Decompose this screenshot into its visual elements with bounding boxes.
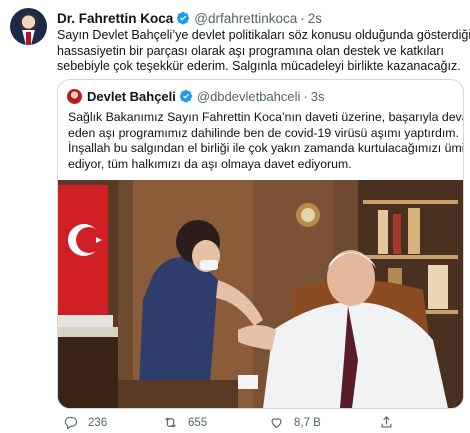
quoted-text-line: İnşallah bu salgından el birliği ile çok… [68, 141, 464, 155]
avatar[interactable] [10, 8, 47, 45]
quoted-author-handle[interactable]: @dbdevletbahceli [197, 89, 301, 104]
verified-badge-icon [177, 11, 190, 25]
tweet-header: Dr. Fahrettin Koca @drfahrettinkoca · 2s [57, 10, 322, 26]
tweet-actions: 236 655 8,7 B [57, 415, 464, 431]
tweet-text-line: hassasiyetin bir parçası olarak aşı prog… [57, 43, 444, 58]
reply-icon [64, 416, 77, 430]
quoted-tweet-header: Devlet Bahçeli @dbdevletbahceli · 3s [87, 88, 325, 104]
author-handle[interactable]: @drfahrettinkoca [194, 11, 297, 26]
reply-button[interactable]: 236 [63, 415, 107, 430]
quoted-tweet[interactable]: Devlet Bahçeli @dbdevletbahceli · 3s Sağ… [57, 79, 464, 409]
tweet[interactable]: Dr. Fahrettin Koca @drfahrettinkoca · 2s… [0, 0, 470, 433]
retweet-icon [165, 417, 176, 428]
quoted-timestamp[interactable]: 3s [311, 89, 325, 104]
separator-dot: · [303, 88, 308, 104]
share-icon [381, 416, 392, 428]
quoted-avatar[interactable] [67, 89, 82, 104]
tweet-text: Sayın Devlet Bahçeli’ye devlet politikal… [57, 28, 470, 75]
verified-badge-icon [179, 89, 192, 103]
author-name[interactable]: Dr. Fahrettin Koca [57, 11, 173, 26]
timestamp[interactable]: 2s [308, 11, 322, 26]
quoted-author-name[interactable]: Devlet Bahçeli [87, 89, 176, 104]
tweet-text-line: Sayın Devlet Bahçeli’ye devlet politikal… [57, 28, 470, 42]
like-count: 8,7 B [294, 416, 321, 429]
reply-count: 236 [88, 416, 108, 429]
like-icon [271, 418, 282, 429]
quoted-tweet-photo[interactable] [58, 180, 463, 408]
tweet-text-line: sebebiyle çok teşekkür ederim. Salgınla … [57, 59, 461, 73]
retweet-count: 655 [188, 416, 208, 429]
share-button[interactable] [379, 415, 394, 430]
quoted-tweet-text: Sağlık Bakanımız Sayın Fahrettin Koca’nı… [68, 110, 464, 172]
separator-dot: · [300, 10, 305, 26]
quoted-text-line: Sağlık Bakanımız Sayın Fahrettin Koca’nı… [68, 110, 464, 124]
quoted-text-line: ediyor, tüm halkımızı da aşı olmaya dave… [68, 156, 352, 171]
quoted-text-line: eden aşı programımız dahilinde ben de co… [68, 125, 459, 140]
like-button[interactable]: 8,7 B [269, 415, 321, 430]
retweet-button[interactable]: 655 [163, 415, 207, 430]
